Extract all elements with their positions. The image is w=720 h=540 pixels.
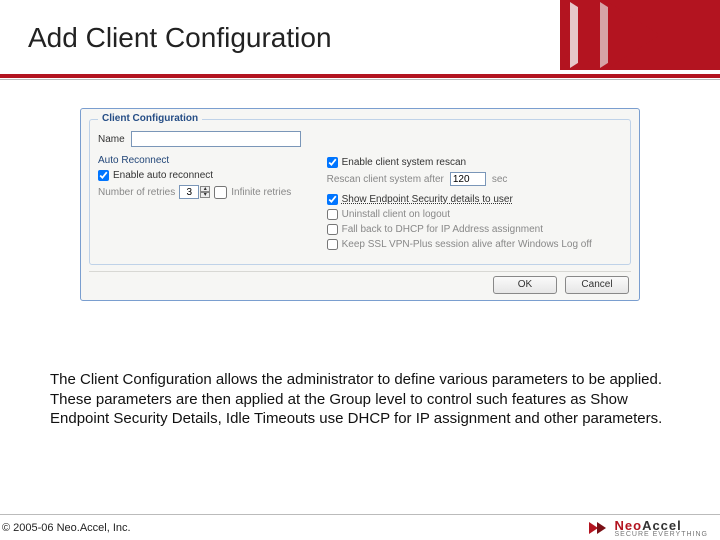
rescan-after-input[interactable]: [450, 172, 486, 186]
enable-auto-reconnect-checkbox[interactable]: [98, 170, 109, 181]
show-eps-label: Show Endpoint Security details to user: [342, 194, 513, 205]
keep-session-checkbox[interactable]: [327, 239, 338, 250]
name-input[interactable]: [131, 131, 301, 147]
retries-stepper[interactable]: ▴▾: [179, 185, 210, 199]
right-options-section: Enable client system rescan Rescan clien…: [326, 153, 622, 254]
show-eps-checkbox[interactable]: [327, 194, 338, 205]
uninstall-label: Uninstall client on logout: [342, 209, 450, 220]
name-row: Name: [98, 131, 622, 147]
fieldset-legend: Client Configuration: [98, 113, 202, 124]
retries-label: Number of retries: [98, 187, 175, 198]
cancel-button[interactable]: Cancel: [565, 276, 629, 294]
enable-auto-reconnect-label: Enable auto reconnect: [113, 170, 213, 181]
description-text: The Client Configuration allows the admi…: [50, 370, 670, 429]
brand-tagline: SECURE EVERYTHING: [615, 531, 709, 538]
client-config-fieldset: Client Configuration Name Auto Reconnect…: [89, 119, 631, 265]
auto-reconnect-section: Auto Reconnect Enable auto reconnect Num…: [98, 153, 322, 254]
enable-rescan-label: Enable client system rescan: [342, 157, 467, 168]
rescan-after-label: Rescan client system after: [327, 174, 444, 185]
brand-logo: NeoAccel SECURE EVERYTHING: [589, 518, 709, 538]
rescan-after-unit: sec: [492, 174, 508, 185]
keep-session-label: Keep SSL VPN-Plus session alive after Wi…: [342, 239, 592, 250]
header-underline: [0, 74, 720, 78]
slide-header: Add Client Configuration: [0, 0, 720, 70]
enable-rescan-checkbox[interactable]: [327, 157, 338, 168]
auto-reconnect-heading: Auto Reconnect: [98, 155, 322, 166]
header-accent: [560, 0, 720, 70]
logo-mark-icon: [589, 520, 609, 536]
dialog-button-bar: OK Cancel: [89, 271, 631, 294]
retries-input[interactable]: [179, 185, 199, 199]
dhcp-fallback-label: Fall back to DHCP for IP Address assignm…: [342, 224, 543, 235]
uninstall-checkbox[interactable]: [327, 209, 338, 220]
name-label: Name: [98, 134, 125, 145]
slide-footer: © 2005-06 Neo.Accel, Inc. NeoAccel SECUR…: [0, 514, 720, 540]
spin-down-icon[interactable]: ▾: [200, 192, 210, 198]
infinite-retries-label: Infinite retries: [231, 187, 291, 198]
infinite-retries-checkbox[interactable]: [214, 186, 227, 199]
copyright-text: © 2005-06 Neo.Accel, Inc.: [2, 522, 131, 534]
client-config-panel: Client Configuration Name Auto Reconnect…: [80, 108, 640, 301]
dhcp-fallback-checkbox[interactable]: [327, 224, 338, 235]
ok-button[interactable]: OK: [493, 276, 557, 294]
